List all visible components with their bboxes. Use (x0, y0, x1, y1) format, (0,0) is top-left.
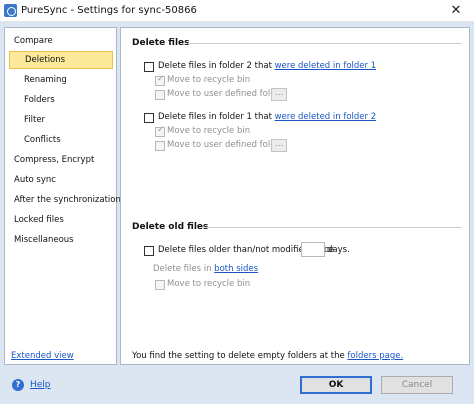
folder1-user-folder-checkbox[interactable] (155, 141, 165, 151)
close-icon[interactable]: ✕ (438, 0, 474, 22)
days-input[interactable] (301, 242, 325, 257)
sidebar-item-renaming[interactable]: Renaming (5, 71, 116, 89)
folder2-user-folder-label: Move to user defined foler (167, 89, 279, 99)
sidebar-item-deletions[interactable]: Deletions (9, 51, 113, 69)
empty-folders-note-text: You find the setting to delete empty fol… (132, 351, 345, 361)
window-title: PureSync - Settings for sync-50866 (21, 5, 197, 16)
folder2-delete-label: Delete files in folder 2 that (158, 61, 272, 71)
extended-view-link[interactable]: Extended view (11, 351, 74, 361)
folder2-delete-checkbox[interactable] (144, 62, 154, 72)
sidebar-item-compress-encrypt[interactable]: Compress, Encrypt (5, 151, 116, 169)
ok-button[interactable]: OK (300, 376, 372, 394)
group-divider (188, 43, 462, 44)
folder1-delete-checkbox[interactable] (144, 113, 154, 123)
folders-page-link[interactable]: folders page. (347, 351, 403, 361)
older-than-checkbox[interactable] (144, 246, 154, 256)
days-suffix-label: days. (327, 245, 350, 255)
folder1-delete-label: Delete files in folder 1 that (158, 112, 272, 122)
old-recycle-label: Move to recycle bin (167, 279, 251, 289)
sidebar-item-after-sync[interactable]: After the synchronization (5, 191, 121, 209)
delete-files-heading: Delete files (132, 38, 190, 48)
title-bar: PureSync - Settings for sync-50866 ✕ (0, 0, 474, 22)
group-divider (204, 227, 462, 228)
sidebar-item-auto-sync[interactable]: Auto sync (5, 171, 116, 189)
settings-frame: Compare Deletions Renaming Folders Filte… (0, 22, 474, 404)
folder1-browse-button[interactable]: ... (271, 139, 287, 152)
folder2-user-folder-checkbox[interactable] (155, 90, 165, 100)
delete-old-files-heading: Delete old files (132, 222, 209, 232)
settings-sidebar: Compare Deletions Renaming Folders Filte… (4, 27, 121, 365)
empty-folders-note: You find the setting to delete empty fol… (132, 351, 403, 361)
folder2-recycle-label: Move to recycle bin (167, 75, 251, 85)
help-icon[interactable]: ? (12, 379, 24, 391)
old-recycle-checkbox[interactable] (155, 280, 165, 290)
delete-in-label: Delete files in (153, 264, 212, 274)
help-link[interactable]: Help (30, 380, 51, 390)
deletions-panel: Delete files Delete files in folder 2 th… (120, 27, 470, 365)
sidebar-item-conflicts[interactable]: Conflicts (5, 131, 116, 149)
sidebar-item-filter[interactable]: Filter (5, 111, 116, 129)
folder1-recycle-checkbox[interactable] (155, 125, 165, 137)
sidebar-item-locked-files[interactable]: Locked files (5, 211, 116, 229)
both-sides-link[interactable]: both sides (214, 264, 258, 274)
sidebar-item-miscellaneous[interactable]: Miscellaneous (5, 231, 116, 249)
folder2-recycle-checkbox[interactable] (155, 74, 165, 86)
sidebar-item-folders[interactable]: Folders (5, 91, 116, 109)
folder2-deleted-link[interactable]: were deleted in folder 1 (275, 61, 377, 71)
sidebar-item-compare[interactable]: Compare (5, 32, 116, 50)
cancel-button[interactable]: Cancel (381, 376, 453, 394)
folder2-browse-button[interactable]: ... (271, 88, 287, 101)
folder1-recycle-label: Move to recycle bin (167, 126, 251, 136)
folder1-user-folder-label: Move to user defined foler (167, 140, 279, 150)
puresync-app-icon (4, 4, 17, 17)
folder1-deleted-link[interactable]: were deleted in folder 2 (275, 112, 377, 122)
